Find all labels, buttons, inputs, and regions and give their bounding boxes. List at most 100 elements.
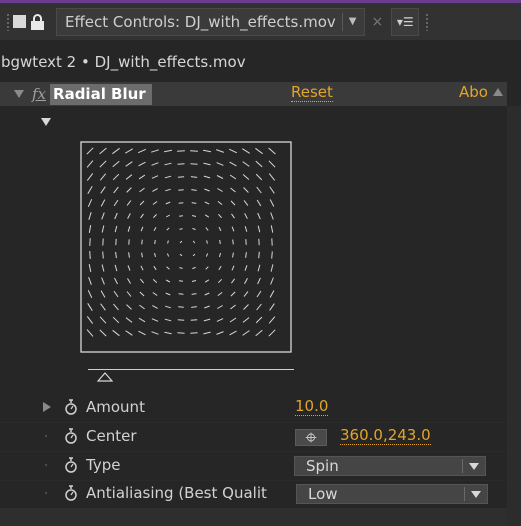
blur-mark bbox=[243, 304, 249, 310]
blur-mark bbox=[206, 240, 208, 244]
blur-mark bbox=[114, 264, 118, 272]
blur-mark bbox=[242, 174, 250, 180]
blur-mark bbox=[152, 305, 158, 309]
blur-mark bbox=[204, 201, 210, 205]
blur-mark bbox=[268, 147, 276, 155]
scrollbar[interactable] bbox=[507, 106, 521, 526]
effect-controls-panel: Effect Controls: DJ_with_effects.mov ▼ ×… bbox=[0, 0, 521, 526]
blur-mark bbox=[165, 214, 171, 218]
blur-mark bbox=[151, 175, 159, 179]
antialiasing-dropdown[interactable]: Low bbox=[296, 484, 488, 504]
fx-toggle-icon[interactable]: fx bbox=[32, 85, 46, 103]
panel-bottom-area bbox=[0, 508, 507, 526]
blur-mark bbox=[190, 150, 198, 152]
blur-mark bbox=[87, 198, 93, 208]
blur-mark bbox=[270, 264, 274, 272]
stopwatch-icon[interactable] bbox=[64, 457, 78, 473]
radial-blur-preview[interactable] bbox=[80, 141, 292, 353]
blur-mark bbox=[112, 173, 120, 181]
center-slider-track bbox=[88, 369, 294, 370]
blur-mark bbox=[219, 252, 221, 258]
blur-mark bbox=[89, 251, 91, 259]
chevron-down-icon[interactable] bbox=[463, 462, 485, 470]
blur-mark bbox=[255, 316, 263, 324]
blur-mark bbox=[232, 239, 234, 245]
blur-mark bbox=[127, 213, 131, 219]
center-value[interactable]: 360.0,243.0 bbox=[340, 427, 431, 445]
blur-mark bbox=[112, 147, 120, 155]
blur-mark bbox=[178, 293, 184, 295]
effect-header[interactable]: fx Radial Blur Reset Abou bbox=[0, 82, 507, 106]
reset-link[interactable]: Reset bbox=[291, 84, 333, 102]
blur-mark bbox=[256, 199, 262, 207]
blur-mark bbox=[231, 213, 235, 219]
slider-handle-icon[interactable] bbox=[97, 372, 113, 382]
blur-mark bbox=[139, 200, 145, 206]
scroll-up-icon[interactable] bbox=[493, 88, 503, 96]
blur-mark bbox=[268, 160, 276, 168]
blur-mark bbox=[112, 329, 120, 337]
blur-mark bbox=[127, 278, 131, 284]
blur-mark bbox=[112, 160, 120, 168]
blur-mark bbox=[270, 225, 274, 233]
blur-mark bbox=[88, 277, 92, 285]
blur-mark bbox=[154, 240, 156, 244]
source-layer-label: bgwtext 2 • DJ_with_effects.mov bbox=[1, 53, 246, 71]
blur-mark bbox=[269, 186, 275, 194]
blur-mark bbox=[191, 280, 197, 282]
panel-grip-icon-right[interactable] bbox=[425, 12, 430, 31]
chevron-down-icon[interactable] bbox=[465, 490, 487, 498]
stopwatch-icon[interactable] bbox=[64, 399, 78, 415]
chevron-down-icon[interactable]: ▼ bbox=[349, 16, 357, 27]
blur-mark bbox=[244, 226, 248, 232]
blur-mark bbox=[152, 201, 158, 205]
panel-menu-icon[interactable]: ▾☰ bbox=[391, 7, 420, 36]
lock-icon[interactable] bbox=[30, 13, 46, 31]
amount-label: Amount bbox=[86, 398, 145, 416]
preview-collapse-icon[interactable] bbox=[41, 118, 51, 126]
blur-mark bbox=[228, 148, 238, 154]
blur-mark bbox=[88, 263, 92, 273]
blur-mark bbox=[257, 277, 261, 285]
blur-mark bbox=[179, 267, 183, 269]
blur-mark bbox=[141, 239, 143, 245]
blur-mark bbox=[191, 202, 197, 204]
blur-mark bbox=[230, 187, 236, 193]
blur-mark bbox=[114, 225, 118, 233]
blur-mark bbox=[151, 149, 159, 153]
blur-mark bbox=[216, 318, 224, 322]
blur-mark bbox=[165, 305, 171, 309]
panel-grip-icon[interactable] bbox=[6, 12, 10, 31]
effect-collapse-toggle[interactable] bbox=[14, 90, 24, 98]
amount-value[interactable]: 10.0 bbox=[295, 398, 329, 416]
close-icon[interactable]: × bbox=[371, 14, 383, 30]
blur-mark bbox=[205, 227, 209, 231]
blur-mark bbox=[190, 176, 198, 178]
blur-mark bbox=[217, 278, 223, 284]
blur-mark bbox=[138, 174, 146, 180]
blur-mark bbox=[128, 252, 130, 258]
blur-mark bbox=[190, 332, 198, 334]
blur-mark bbox=[87, 303, 93, 311]
effect-name[interactable]: Radial Blur bbox=[50, 83, 152, 105]
blur-mark bbox=[271, 251, 273, 259]
stopwatch-icon[interactable] bbox=[64, 485, 78, 501]
tab-effect-controls[interactable]: Effect Controls: DJ_with_effects.mov ▼ bbox=[56, 7, 366, 36]
blur-mark bbox=[191, 293, 197, 295]
tab-title: Effect Controls: DJ_with_effects.mov bbox=[65, 12, 336, 31]
blur-mark bbox=[258, 251, 260, 259]
blur-mark bbox=[231, 226, 235, 232]
blur-mark bbox=[190, 319, 198, 321]
type-dropdown[interactable]: Spin bbox=[294, 456, 486, 476]
blur-mark bbox=[165, 292, 171, 296]
crosshair-icon[interactable] bbox=[295, 429, 327, 446]
blur-mark bbox=[139, 304, 145, 310]
blur-mark bbox=[153, 265, 157, 271]
blur-mark bbox=[152, 188, 158, 192]
about-link[interactable]: Abou bbox=[459, 84, 489, 101]
stopwatch-icon[interactable] bbox=[64, 428, 78, 444]
expand-icon[interactable] bbox=[43, 402, 51, 412]
blur-mark bbox=[126, 304, 132, 310]
blur-mark bbox=[216, 331, 224, 335]
blur-mark bbox=[203, 318, 211, 322]
